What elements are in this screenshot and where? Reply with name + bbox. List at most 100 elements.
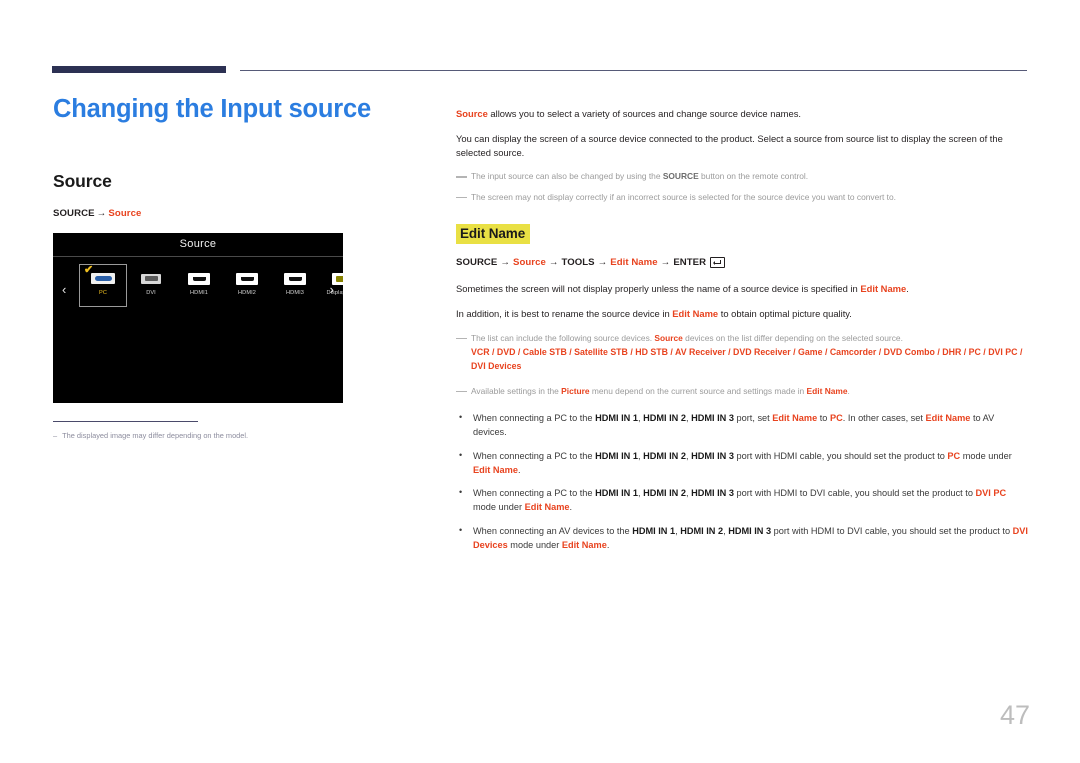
- path-arrow-icon: →: [660, 257, 671, 269]
- note-dash-icon: [456, 196, 467, 199]
- bullet-text: When connecting a PC to the: [473, 413, 596, 424]
- osd-title: Source: [179, 238, 217, 251]
- note-text-pre: The input source can also be changed by …: [471, 171, 663, 182]
- osd-item-hdmi1[interactable]: HDMI1: [175, 264, 223, 296]
- osd-item-hdmi2[interactable]: HDMI2: [223, 264, 271, 296]
- osd-prev-arrow-icon[interactable]: ‹: [62, 283, 66, 296]
- note-remote-control: The input source can also be changed by …: [456, 170, 1028, 183]
- breadcrumb-leaf: Source: [108, 207, 142, 219]
- edit-name-path: SOURCE → Source → TOOLS → Edit Name → ENTER: [456, 257, 1028, 269]
- bullet-text: .: [569, 502, 573, 513]
- osd-item-label: PC: [99, 289, 107, 296]
- section-heading: Source: [53, 170, 112, 191]
- osd-item-hdmi3[interactable]: HDMI3: [271, 264, 319, 296]
- bullet-dot-icon: •: [459, 524, 463, 535]
- bullet-red-term: DVI PC: [975, 488, 1007, 499]
- osd-item-label: DVI: [146, 289, 156, 296]
- note-text-post: devices on the list differ depending on …: [682, 332, 903, 343]
- paragraph-post: .: [906, 283, 909, 295]
- source-device-list: VCR / DVD / Cable STB / Satellite STB / …: [471, 347, 1023, 371]
- bullet-bold-term: HDMI IN 2: [680, 525, 724, 536]
- bullet-item-1: • When connecting a PC to the HDMI IN 1,…: [456, 411, 1028, 440]
- note-text-pre: Available settings in the: [471, 385, 562, 396]
- bullet-text: port with HDMI cable, you should set the…: [733, 450, 948, 461]
- intro-lead-paragraph: Source allows you to select a variety of…: [456, 107, 1028, 121]
- header-rule-thin: [240, 70, 1027, 71]
- right-column: Source allows you to select a variety of…: [456, 98, 1028, 561]
- bullet-text: port, set: [733, 413, 773, 424]
- intro-lead-rest: allows you to select a variety of source…: [487, 108, 801, 120]
- page-title: Changing the Input source: [53, 95, 371, 123]
- bullet-text: . In other cases, set: [842, 413, 926, 424]
- displayport-icon: [332, 272, 343, 286]
- source-osd-mock: Source ‹ › ✔ PC DVI HDMI1 HDMI2 HDMI3 Di…: [53, 232, 343, 403]
- osd-item-dvi[interactable]: DVI: [127, 264, 175, 296]
- check-icon: ✔: [84, 263, 94, 276]
- intro-lead-term: Source: [456, 108, 488, 120]
- bullet-dot-icon: •: [459, 412, 463, 423]
- footnote-divider: [53, 420, 198, 422]
- image-footnote: – The displayed image may differ dependi…: [53, 420, 343, 441]
- paragraph-term: Edit Name: [860, 283, 907, 295]
- bullet-text: When connecting a PC to the: [473, 450, 596, 461]
- footnote-text: The displayed image may differ depending…: [62, 430, 249, 440]
- bullet-item-2: • When connecting a PC to the HDMI IN 1,…: [456, 449, 1028, 478]
- hdmi-icon: [236, 272, 258, 286]
- note-text: The screen may not display correctly if …: [471, 191, 896, 202]
- header-rules: [52, 66, 1027, 74]
- osd-item-displayport1[interactable]: DisplayPort1: [319, 264, 343, 296]
- bullet-bold-term: HDMI IN 1: [632, 525, 676, 536]
- note-picture-menu: Available settings in the Picture menu d…: [456, 385, 1028, 398]
- note-device-list: The list can include the following sourc…: [456, 332, 1028, 345]
- paragraph-post: to obtain optimal picture quality.: [718, 308, 852, 320]
- bullet-red-term: Edit Name: [561, 539, 607, 550]
- bullet-dot-icon: •: [459, 449, 463, 460]
- bullet-red-term: Edit Name: [772, 413, 818, 424]
- left-column: Changing the Input source Source SOURCE →…: [53, 94, 403, 440]
- note-dash-icon: [456, 176, 467, 178]
- osd-body: ‹ › ✔ PC DVI HDMI1 HDMI2 HDMI3 Displa: [53, 257, 343, 403]
- bullet-bold-term: HDMI IN 3: [691, 413, 734, 424]
- bullet-bold-term: HDMI IN 1: [595, 450, 638, 461]
- note-term-picture: Picture: [561, 385, 590, 396]
- bullet-text: When connecting an AV devices to the: [473, 525, 633, 536]
- vga-icon: [91, 272, 115, 286]
- enter-key-icon: [710, 257, 726, 269]
- bullet-bold-term: HDMI IN 3: [728, 525, 772, 536]
- bullet-bold-term: HDMI IN 1: [595, 488, 638, 499]
- dvi-icon: [141, 272, 161, 286]
- bullet-red-term: PC: [947, 450, 961, 461]
- bullet-text: port with HDMI to DVI cable, you should …: [771, 525, 1013, 536]
- osd-item-pc[interactable]: ✔ PC: [79, 263, 127, 307]
- bullet-bold-term: HDMI IN 2: [643, 413, 686, 424]
- osd-item-label: DisplayPort1: [326, 289, 343, 296]
- note-text-bold: SOURCE: [662, 171, 699, 182]
- edit-name-paragraph-2: In addition, it is best to rename the so…: [456, 307, 1028, 321]
- path-tools: TOOLS: [561, 257, 595, 269]
- bullet-item-3: • When connecting a PC to the HDMI IN 1,…: [456, 486, 1028, 515]
- path-arrow-icon: →: [500, 257, 511, 269]
- breadcrumb-root: SOURCE: [53, 207, 95, 219]
- paragraph-term: Edit Name: [672, 308, 719, 320]
- hdmi-icon: [188, 272, 210, 286]
- bullet-red-term: Edit Name: [925, 413, 971, 424]
- edit-name-heading: Edit Name: [456, 224, 531, 245]
- paragraph-pre: In addition, it is best to rename the so…: [456, 308, 673, 320]
- bullet-text: mode under: [960, 450, 1012, 461]
- paragraph-pre: Sometimes the screen will not display pr…: [456, 283, 861, 295]
- path-edit-name: Edit Name: [610, 257, 658, 269]
- bullet-bold-term: HDMI IN 3: [691, 488, 734, 499]
- note-text-term: Source: [654, 332, 683, 343]
- breadcrumb-arrow-icon: →: [96, 207, 107, 219]
- osd-item-label: HDMI2: [238, 289, 256, 296]
- bullet-bold-term: HDMI IN 1: [595, 413, 638, 424]
- bullet-item-4: • When connecting an AV devices to the H…: [456, 524, 1028, 553]
- bullet-red-term: Edit Name: [473, 464, 518, 475]
- bullet-dot-icon: •: [459, 487, 463, 498]
- note-text-post: .: [847, 385, 850, 396]
- bullet-text: When connecting a PC to the: [473, 488, 596, 499]
- osd-item-list: ✔ PC DVI HDMI1 HDMI2 HDMI3 Displa: [79, 263, 343, 307]
- note-text-post: button on the remote control.: [698, 171, 809, 182]
- path-enter: ENTER: [673, 257, 707, 269]
- breadcrumb: SOURCE → Source: [53, 208, 403, 219]
